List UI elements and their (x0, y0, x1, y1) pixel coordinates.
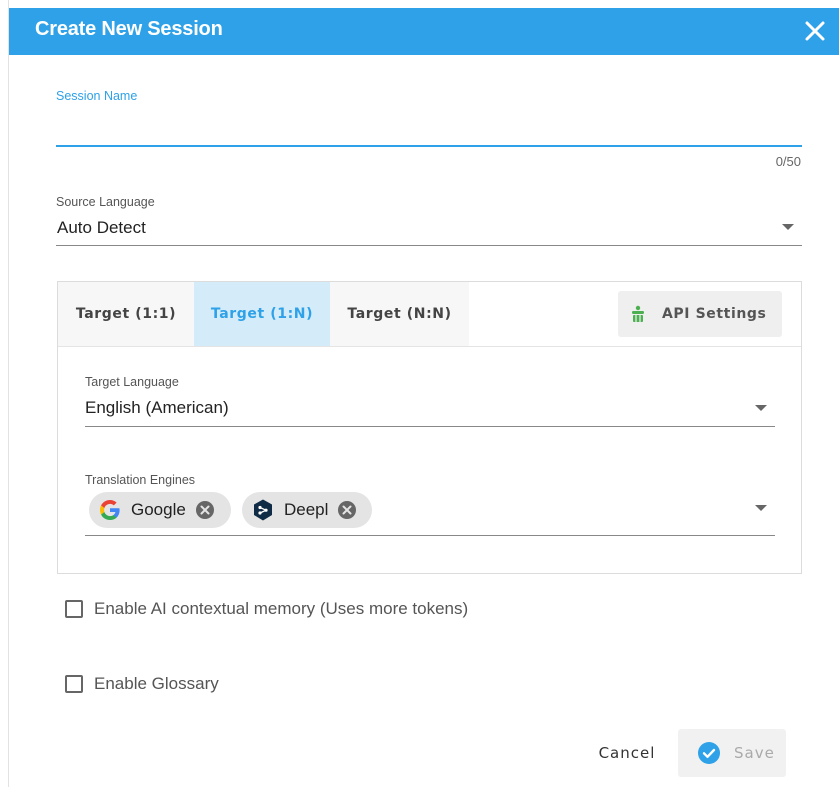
google-icon (100, 500, 120, 520)
chevron-down-icon (755, 505, 767, 511)
engine-chip-label: Google (131, 500, 186, 519)
source-language-underline (56, 245, 802, 246)
create-session-dialog: Create New Session Session Name 0/50 Sou… (8, 0, 839, 787)
translation-engines-underline (85, 535, 775, 536)
tab-target-n-n[interactable]: Target (N:N) (330, 282, 469, 346)
ai-memory-label: Enable AI contextual memory (Uses more t… (94, 599, 469, 618)
target-language-value: English (American) (85, 398, 229, 417)
target-tabs: Target (1:1) Target (1:N) Target (N:N) A… (58, 282, 801, 347)
glossary-checkbox-row[interactable]: Enable Glossary (65, 674, 219, 694)
api-settings-icon (632, 305, 644, 322)
target-panel: Target (1:1) Target (1:N) Target (N:N) A… (57, 281, 802, 574)
dialog-title: Create New Session (35, 18, 223, 40)
session-name-field[interactable]: Session Name (56, 88, 802, 147)
ai-memory-checkbox-row[interactable]: Enable AI contextual memory (Uses more t… (65, 599, 468, 619)
tab-target-1-1[interactable]: Target (1:1) (58, 282, 194, 346)
session-name-label: Session Name (56, 89, 138, 103)
close-button[interactable] (800, 16, 830, 46)
remove-chip-icon[interactable] (195, 500, 215, 520)
engine-chip-label: Deepl (284, 500, 329, 519)
glossary-label: Enable Glossary (94, 674, 219, 693)
deepl-icon (254, 499, 272, 521)
translation-engines-label: Translation Engines (85, 473, 196, 487)
target-language-underline (85, 426, 775, 427)
save-label: Save (734, 744, 775, 762)
cancel-button[interactable]: Cancel (582, 729, 672, 777)
chevron-down-icon (755, 405, 767, 411)
save-button[interactable]: Save (678, 729, 786, 777)
session-name-counter: 0/50 (775, 154, 801, 169)
target-language-label: Target Language (85, 375, 179, 389)
close-icon (805, 21, 825, 41)
ai-memory-checkbox[interactable] (65, 600, 83, 618)
source-language-value: Auto Detect (57, 218, 146, 237)
check-circle-icon (698, 742, 720, 764)
dialog-header: Create New Session (9, 8, 839, 55)
source-language-select[interactable]: Source Language Auto Detect (56, 194, 802, 246)
engine-chip-deepl: Deepl (242, 492, 372, 528)
tab-target-1-n[interactable]: Target (1:N) (194, 282, 330, 346)
api-settings-button[interactable]: API Settings (618, 291, 782, 337)
remove-chip-icon[interactable] (337, 500, 357, 520)
chevron-down-icon (782, 224, 794, 230)
translation-engines-select[interactable]: Translation Engines Google Deepl (85, 473, 775, 536)
glossary-checkbox[interactable] (65, 675, 83, 693)
engine-chip-google: Google (89, 492, 231, 528)
source-language-label: Source Language (56, 195, 155, 209)
session-name-underline (56, 145, 802, 147)
api-settings-label: API Settings (662, 306, 767, 322)
target-language-select[interactable]: Target Language English (American) (85, 375, 775, 427)
